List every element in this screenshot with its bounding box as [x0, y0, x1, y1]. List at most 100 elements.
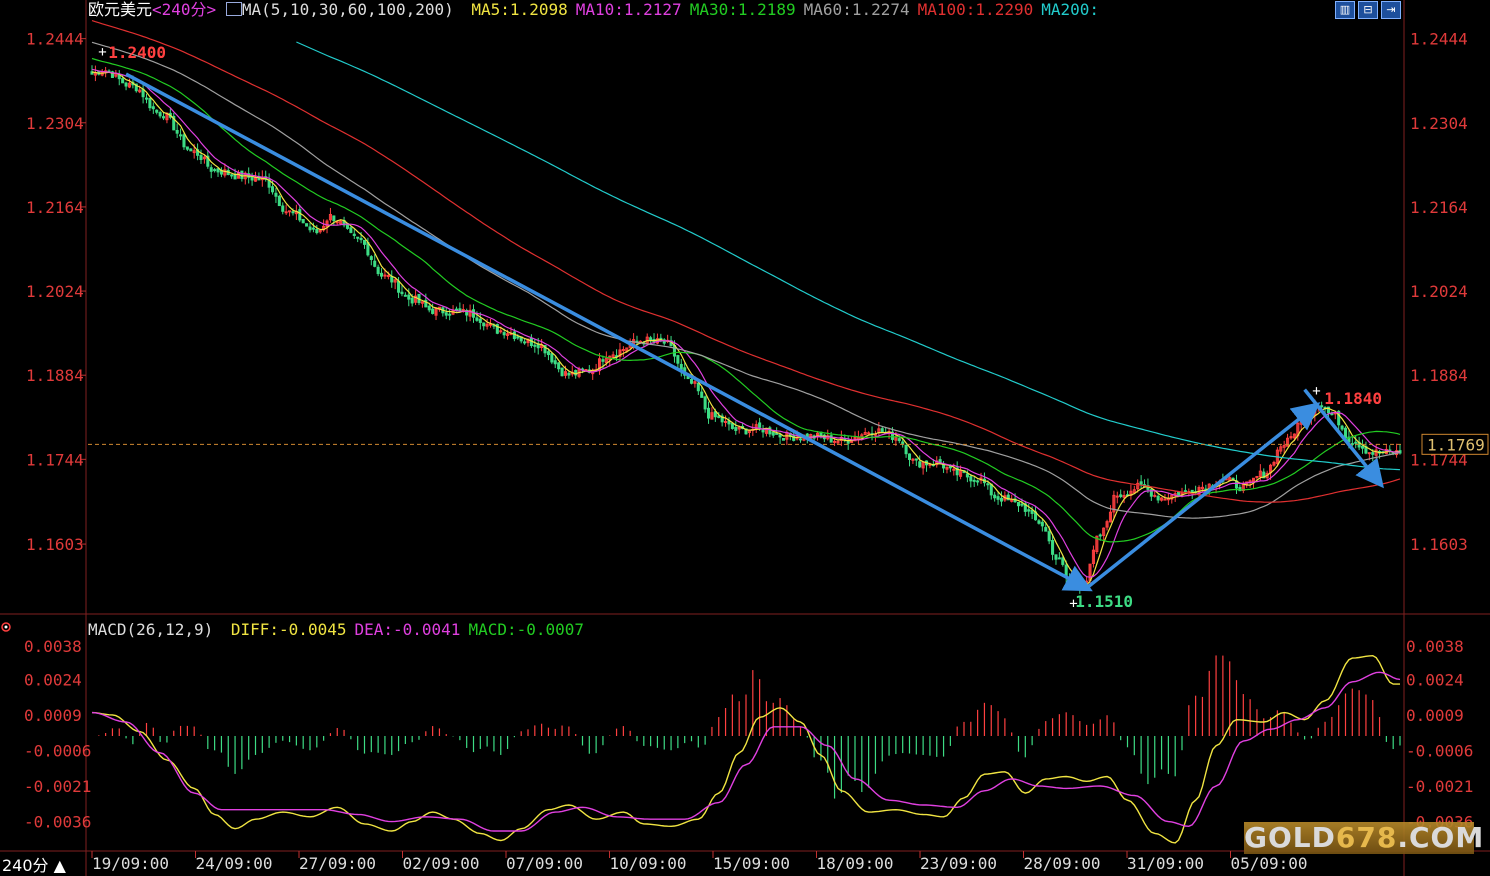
candle-body: [512, 331, 516, 340]
candle-body: [557, 362, 561, 370]
candle-body: [730, 423, 734, 429]
fold-icon[interactable]: ⊟: [1358, 1, 1378, 19]
candle-body: [880, 428, 884, 433]
candle-body: [781, 438, 785, 441]
candle-body: [185, 146, 189, 150]
ma-value-ma60: MA60:1.2274: [803, 0, 910, 19]
chart-canvas[interactable]: 1.2444 1.2444 1.2304 1.2304 1.2164 1.2164 1.20…: [0, 0, 1490, 876]
candle-body: [846, 440, 850, 444]
candle-body: [1367, 452, 1371, 455]
y-tick-label-left: 1.2444: [26, 30, 84, 49]
candle-body: [121, 78, 125, 84]
last-price-label: 1.1769: [1427, 435, 1485, 454]
candle-body: [1051, 540, 1055, 555]
candle-body: [993, 494, 997, 499]
candle-body: [271, 186, 275, 193]
low-label: 1.1510: [1075, 592, 1133, 611]
y-tick-label-left: 1.1744: [26, 450, 84, 469]
x-tick-label: 23/09:00: [920, 854, 997, 873]
candle-body: [400, 291, 404, 295]
candle-body: [717, 415, 721, 418]
candle-body: [151, 106, 155, 110]
candle-body: [335, 221, 339, 224]
candle-body: [369, 256, 373, 260]
candle-body: [281, 205, 285, 212]
candle-body: [771, 431, 775, 436]
candle-body: [356, 236, 360, 239]
y-tick-label-left: 1.1603: [26, 535, 84, 554]
candle-body: [1156, 495, 1160, 501]
candle-body: [386, 275, 390, 278]
y-tick-label-left: 1.2024: [26, 282, 84, 301]
candle-body: [182, 134, 186, 148]
candle-body: [904, 444, 908, 455]
candle-body: [359, 237, 363, 241]
candle-body: [144, 97, 149, 100]
macd-settings-dot: [4, 625, 8, 629]
candle-body: [734, 427, 738, 431]
candle-body: [778, 434, 782, 438]
ma-label: MA(5,10,30,60,100,200): [241, 0, 454, 19]
macd-y-tick-label-left: 0.0009: [24, 706, 82, 725]
chart-header: 欧元美元<240分> MA(5,10,30,60,100,200) MA5:1.…: [88, 0, 1099, 20]
candle-body: [1040, 521, 1044, 527]
candle-body: [1354, 441, 1358, 444]
candle-body: [376, 266, 380, 275]
macd-y-tick-label-right: 0.0024: [1406, 670, 1464, 689]
chart-icon[interactable]: ▥: [1335, 1, 1355, 19]
candle-body: [162, 116, 166, 119]
candle-body: [349, 227, 353, 233]
y-tick-label-right: 1.2164: [1410, 198, 1468, 217]
candle-body: [352, 233, 356, 236]
candle-body: [560, 367, 564, 377]
candle-body: [1020, 503, 1024, 506]
macd-value-macd: MACD:-0.0007: [468, 620, 585, 639]
candle-body: [277, 195, 281, 207]
y-tick-label-right: 1.2024: [1410, 282, 1468, 301]
ma-value-ma100: MA100:1.2290: [917, 0, 1034, 19]
candle-body: [308, 226, 312, 231]
x-tick-label: 31/09:00: [1127, 854, 1204, 873]
candle-body: [907, 453, 912, 460]
candle-body: [833, 440, 837, 443]
x-tick-label: 18/09:00: [817, 854, 894, 873]
candle-body: [216, 168, 220, 173]
candle-body: [431, 308, 435, 314]
y-tick-label-right: 1.1603: [1410, 535, 1468, 554]
ma-value-ma10: MA10:1.2127: [575, 0, 682, 19]
ma-value-ma30: MA30:1.2189: [689, 0, 796, 19]
exit-icon[interactable]: ⇥: [1381, 1, 1401, 19]
candle-body: [516, 336, 520, 339]
candle-body: [523, 341, 527, 344]
macd-y-tick-label-right: 0.0038: [1406, 637, 1464, 656]
candle-body: [550, 353, 554, 363]
candle-body: [482, 322, 486, 327]
ma-line-ma30: [91, 57, 1401, 543]
candle-body: [1163, 498, 1167, 501]
candle-body: [332, 215, 336, 221]
candle-body: [703, 396, 707, 410]
ma-values: MA5:1.2098 MA10:1.2127 MA30:1.2189 MA60:1.2…: [463, 0, 1099, 19]
candle-body: [403, 294, 407, 297]
macd-value-diff: DIFF:-0.0045: [230, 620, 347, 639]
instrument-name: 欧元美元: [88, 0, 153, 19]
y-tick-label-right: 1.2444: [1410, 30, 1468, 49]
ma-line-ma10: [91, 68, 1400, 578]
candle-body: [914, 458, 918, 461]
candle-body: [867, 432, 871, 435]
candle-body: [724, 420, 728, 423]
candle-body: [1153, 494, 1157, 497]
candle-body: [1183, 490, 1187, 493]
ma-value-ma5: MA5:1.2098: [471, 0, 568, 19]
ma-line-ma60: [91, 41, 1401, 519]
candle-body: [315, 228, 319, 234]
candle-body: [696, 382, 700, 392]
candle-body: [1115, 495, 1119, 498]
candle-body: [301, 218, 305, 224]
macd-header: MACD(26,12,9) DIFF:-0.0045 DEA:-0.0041 MAC…: [88, 620, 584, 640]
candle-body: [410, 297, 414, 304]
candle-body: [999, 497, 1003, 502]
period-tag[interactable]: 240分 ▲: [2, 852, 66, 876]
candle-body: [362, 239, 367, 245]
y-tick-label-right: 1.2304: [1410, 114, 1468, 133]
